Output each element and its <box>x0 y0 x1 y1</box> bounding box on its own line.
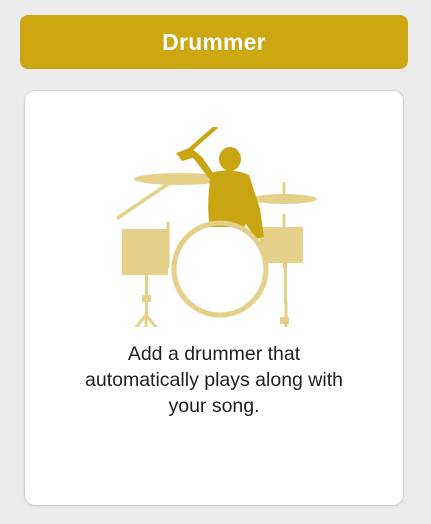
header-title: Drummer <box>162 28 266 55</box>
drummer-header-button[interactable]: Drummer <box>20 15 408 69</box>
description-line: Add a drummer that <box>127 343 301 365</box>
card-description: Add a drummer that automatically plays a… <box>25 341 403 419</box>
description-line: your song. <box>168 395 260 417</box>
description-line: automatically plays along with <box>85 369 343 391</box>
drummer-icon <box>116 127 317 327</box>
add-drummer-card[interactable]: Add a drummer that automatically plays a… <box>25 91 403 505</box>
